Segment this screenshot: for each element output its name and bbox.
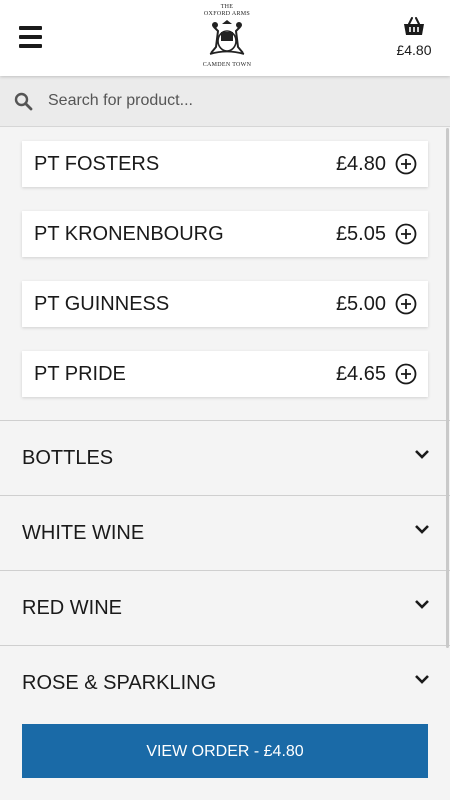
product-row[interactable]: PT FOSTERS £4.80 (22, 141, 428, 187)
product-row[interactable]: PT KRONENBOURG £5.05 (22, 211, 428, 257)
crest-icon (209, 20, 245, 55)
product-price: £5.00 (335, 293, 386, 315)
search-icon (14, 92, 33, 111)
category-label: WHITE WINE (22, 522, 145, 544)
category-bottles[interactable]: BOTTLES (0, 421, 450, 495)
product-name: PT KRONENBOURG (34, 223, 224, 245)
chevron-down-icon (415, 450, 429, 459)
product-name: PT FOSTERS (34, 153, 160, 175)
category-rose-sparkling[interactable]: ROSE & SPARKLING (0, 646, 450, 720)
scrollbar[interactable] (446, 128, 449, 648)
product-name: PT GUINNESS (34, 293, 170, 315)
chevron-down-icon (415, 600, 429, 609)
category-label: ROSE & SPARKLING (22, 672, 217, 694)
basket-icon (404, 17, 424, 35)
category-label: RED WINE (22, 597, 122, 619)
add-circle-icon[interactable] (395, 223, 417, 245)
product-name: PT PRIDE (34, 363, 126, 385)
product-price: £5.05 (335, 223, 386, 245)
category-white-wine[interactable]: WHITE WINE (0, 496, 450, 570)
product-row[interactable]: PT PRIDE £4.65 (22, 351, 428, 397)
add-circle-icon[interactable] (395, 363, 417, 385)
product-price: £4.65 (335, 363, 386, 385)
chevron-down-icon (415, 675, 429, 684)
logo-text-location: CAMDEN TOWN (202, 62, 252, 68)
add-circle-icon[interactable] (395, 293, 417, 315)
view-order-button[interactable]: VIEW ORDER - £4.80 (22, 724, 428, 778)
app-header: THE OXFORD ARMS CAMDEN TOWN £4.80 (0, 0, 450, 76)
search-input[interactable] (48, 88, 428, 114)
category-label: BOTTLES (22, 447, 114, 469)
category-red-wine[interactable]: RED WINE (0, 571, 450, 645)
basket-button[interactable]: £4.80 (392, 17, 436, 58)
add-circle-icon[interactable] (395, 153, 417, 175)
search-bar (0, 76, 450, 127)
basket-total: £4.80 (396, 42, 432, 58)
venue-logo: THE OXFORD ARMS CAMDEN TOWN (198, 4, 256, 70)
product-price: £4.80 (335, 153, 386, 175)
chevron-down-icon (415, 525, 429, 534)
menu-icon[interactable] (19, 26, 42, 48)
product-row[interactable]: PT GUINNESS £5.00 (22, 281, 428, 327)
